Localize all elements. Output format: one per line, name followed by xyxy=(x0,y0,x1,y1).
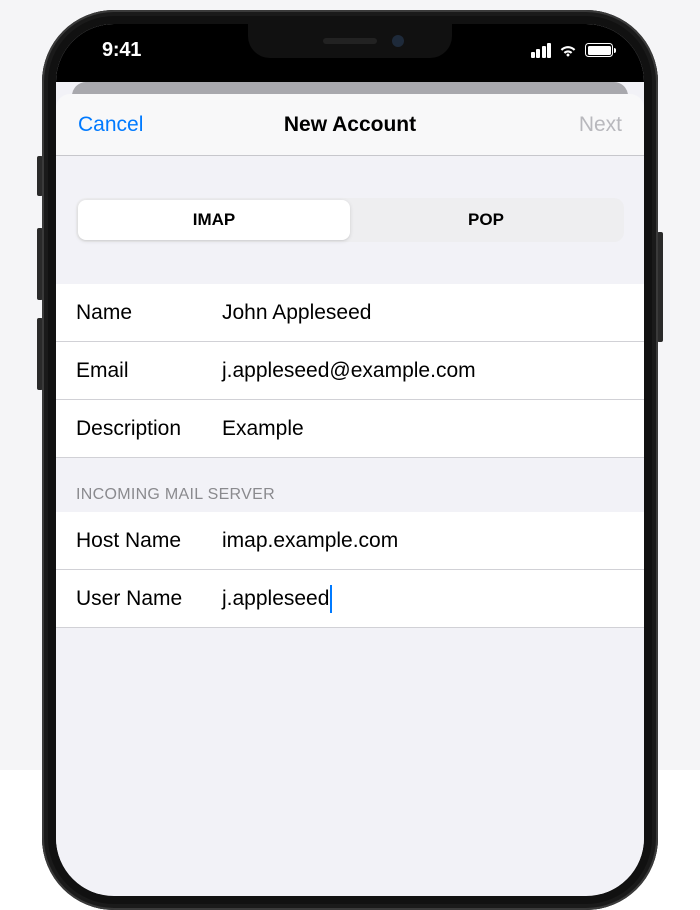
text-cursor xyxy=(330,585,332,613)
name-row[interactable]: Name John Appleseed xyxy=(56,284,644,342)
user-name-field[interactable]: j.appleseed xyxy=(222,585,624,613)
screen: 9:41 Cancel xyxy=(56,24,644,896)
modal-sheet: Cancel New Account Next IMAP POP Name Jo… xyxy=(56,94,644,894)
user-name-row[interactable]: User Name j.appleseed xyxy=(56,570,644,628)
protocol-segmented-control: IMAP POP xyxy=(76,198,624,242)
phone-frame: 9:41 Cancel xyxy=(42,10,658,910)
name-label: Name xyxy=(76,301,222,325)
description-row[interactable]: Description Example xyxy=(56,400,644,458)
email-row[interactable]: Email j.appleseed@example.com xyxy=(56,342,644,400)
user-name-label: User Name xyxy=(76,587,222,611)
description-field[interactable]: Example xyxy=(222,417,624,441)
status-indicators xyxy=(531,43,617,58)
host-name-field[interactable]: imap.example.com xyxy=(222,529,624,553)
user-name-value: j.appleseed xyxy=(222,587,329,611)
battery-icon xyxy=(585,43,616,57)
next-button[interactable]: Next xyxy=(579,113,622,137)
host-name-label: Host Name xyxy=(76,529,222,553)
description-label: Description xyxy=(76,417,222,441)
protocol-segmented-control-wrap: IMAP POP xyxy=(56,198,644,242)
status-time: 9:41 xyxy=(84,39,141,62)
notch xyxy=(248,24,452,58)
front-camera xyxy=(392,35,404,47)
email-label: Email xyxy=(76,359,222,383)
page-title: New Account xyxy=(284,113,416,137)
cellular-signal-icon xyxy=(531,43,552,58)
navigation-bar: Cancel New Account Next xyxy=(56,94,644,156)
tab-pop[interactable]: POP xyxy=(350,200,622,240)
incoming-server-header: INCOMING MAIL SERVER xyxy=(56,458,644,512)
background-sheet-top xyxy=(56,74,644,82)
wifi-icon xyxy=(558,43,578,57)
section-gap xyxy=(56,242,644,284)
name-field[interactable]: John Appleseed xyxy=(222,301,624,325)
cancel-button[interactable]: Cancel xyxy=(78,113,143,137)
tab-imap[interactable]: IMAP xyxy=(78,200,350,240)
section-gap xyxy=(56,156,644,198)
speaker-grille xyxy=(323,38,377,44)
email-field[interactable]: j.appleseed@example.com xyxy=(222,359,624,383)
host-name-row[interactable]: Host Name imap.example.com xyxy=(56,512,644,570)
